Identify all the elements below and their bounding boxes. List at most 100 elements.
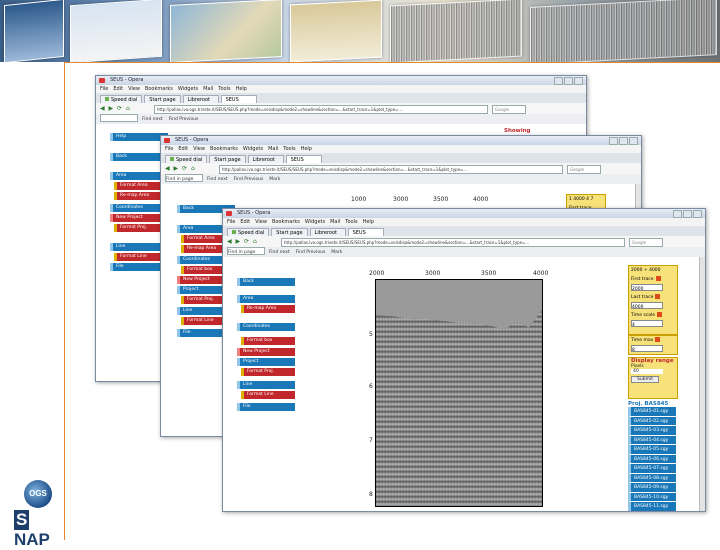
search-field[interactable]: Google [567, 165, 601, 174]
x-tick-label: 2000 [369, 270, 385, 277]
maximize-button[interactable] [683, 210, 692, 218]
mark-button[interactable]: Mark [331, 250, 342, 255]
file-list-item[interactable]: BAS845-02.sgy [628, 416, 676, 426]
find-prev-button[interactable]: Find Previous [234, 177, 264, 182]
menu-mail[interactable]: Mail [330, 219, 340, 225]
navigation-arrows-icon[interactable]: ◀ ▶ ⟳ ⌂ [227, 238, 258, 245]
file-list-item[interactable]: BAS845-09.sgy [628, 483, 676, 493]
menu-bookmarks[interactable]: Bookmarks [210, 146, 238, 152]
nav-coordinates-button[interactable]: Coordinates [237, 323, 295, 331]
minimize-button[interactable] [673, 210, 682, 218]
menu-file[interactable]: File [227, 219, 235, 225]
menu-mail[interactable]: Mail [268, 146, 278, 152]
url-field[interactable]: http://pallas.ivo.ogs.trieste.it/SEUS/SE… [219, 165, 563, 174]
banner-screenshot-4 [290, 0, 382, 62]
nav-format-proj-button[interactable]: Format Proj. [241, 368, 295, 376]
menu-widgets[interactable]: Widgets [305, 219, 325, 225]
menu-mail[interactable]: Mail [203, 86, 213, 92]
find-input[interactable]: Find in page [227, 247, 265, 255]
find-input[interactable]: Find in page [165, 174, 203, 182]
menu-file[interactable]: File [100, 86, 108, 92]
submit-button[interactable]: Submit [631, 376, 659, 383]
window-titlebar: SEUS - Opera [223, 209, 705, 218]
nav-file-button[interactable]: File [237, 403, 295, 411]
menu-help[interactable]: Help [236, 86, 247, 92]
file-list-item[interactable]: BAS845-10.sgy [628, 492, 676, 502]
menu-bookmarks[interactable]: Bookmarks [272, 219, 300, 225]
menu-view[interactable]: View [255, 219, 267, 225]
find-input[interactable] [100, 114, 138, 122]
file-list-item[interactable]: BAS845-01.sgy [628, 407, 676, 417]
nav-format-line-button[interactable]: Format Line [241, 391, 295, 399]
seismic-section-image[interactable] [375, 279, 543, 507]
nav-remap-area-button[interactable]: Re-map Area [241, 305, 295, 313]
x-tick-label: 4000 [533, 270, 549, 277]
last-trace-label: Last trace [629, 293, 677, 302]
find-prev-button[interactable]: Find Previous [169, 117, 199, 122]
maximize-button[interactable] [619, 137, 628, 145]
file-list-item[interactable]: BAS845-06.sgy [628, 454, 676, 464]
url-field[interactable]: http://pallas.ivo.ogs.trieste.it/SEUS/SE… [281, 238, 625, 247]
nav-new-project-button[interactable]: New Project [237, 348, 295, 356]
display-number[interactable]: 40 [631, 369, 663, 374]
menu-widgets[interactable]: Widgets [243, 146, 263, 152]
params-panel: 2000 ÷ 4000 First trace 2000 Last trace … [628, 265, 678, 335]
url-field[interactable]: http://pallas.ivo.ogs.trieste.it/SEUS/SE… [154, 105, 488, 114]
navigation-arrows-icon[interactable]: ◀ ▶ ⟳ ⌂ [100, 105, 131, 112]
file-list-item[interactable]: BAS845-12.sgy [628, 512, 676, 513]
window-titlebar: SEUS - Opera [161, 136, 641, 145]
menu-file[interactable]: File [165, 146, 173, 152]
search-field[interactable]: Google [629, 238, 663, 247]
file-list-item[interactable]: BAS845-05.sgy [628, 445, 676, 455]
menu-tools[interactable]: Tools [218, 86, 230, 92]
find-prev-button[interactable]: Find Previous [296, 250, 326, 255]
menu-tools[interactable]: Tools [345, 219, 357, 225]
y-tick-label: 8 [369, 491, 373, 498]
menu-edit[interactable]: Edit [240, 219, 250, 225]
menu-tools[interactable]: Tools [283, 146, 295, 152]
file-list-item[interactable]: BAS845-11.sgy [628, 502, 676, 511]
close-button[interactable] [574, 77, 583, 85]
menu-view[interactable]: View [193, 146, 205, 152]
maximize-button[interactable] [564, 77, 573, 85]
menu-widgets[interactable]: Widgets [178, 86, 198, 92]
menu-help[interactable]: Help [363, 219, 374, 225]
menu-help[interactable]: Help [301, 146, 312, 152]
banner-seismic-1 [390, 0, 522, 62]
nav-project-button[interactable]: Project [237, 358, 295, 366]
find-next-button[interactable]: Find next [269, 250, 290, 255]
menu-bookmarks[interactable]: Bookmarks [145, 86, 173, 92]
opera-icon [164, 138, 170, 143]
menu-edit[interactable]: Edit [178, 146, 188, 152]
navigation-arrows-icon[interactable]: ◀ ▶ ⟳ ⌂ [165, 165, 196, 172]
minimize-button[interactable] [609, 137, 618, 145]
file-list-item[interactable]: BAS845-03.sgy [628, 426, 676, 436]
menu-edit[interactable]: Edit [113, 86, 123, 92]
vertical-scrollbar[interactable] [699, 257, 705, 511]
time-scale-field[interactable]: 4 [629, 320, 677, 329]
menu-view[interactable]: View [128, 86, 140, 92]
mark-button[interactable]: Mark [269, 177, 280, 182]
info-icon [657, 312, 663, 317]
find-next-button[interactable]: Find next [142, 117, 163, 122]
banner-screenshot-1 [4, 0, 64, 62]
minimize-button[interactable] [554, 77, 563, 85]
x-tick-label: 3500 [481, 270, 497, 277]
file-list-item[interactable]: BAS845-07.sgy [628, 464, 676, 474]
close-button[interactable] [629, 137, 638, 145]
tab-icon [232, 230, 236, 234]
time-max-field[interactable]: 8 [629, 345, 677, 354]
file-list-item[interactable]: BAS845-04.sgy [628, 435, 676, 445]
search-field[interactable]: Google [492, 105, 526, 114]
last-trace-field[interactable]: 4000 [629, 302, 677, 311]
find-next-button[interactable]: Find next [207, 177, 228, 182]
nav-line-button[interactable]: Line [237, 381, 295, 389]
nav-format-box-button[interactable]: Format box [241, 337, 295, 345]
first-trace-field[interactable]: 2000 [629, 284, 677, 293]
file-list-item[interactable]: BAS845-08.sgy [628, 473, 676, 483]
tab-bar: Speed dial Start page Libreroot SEUS [161, 153, 641, 164]
nav-back-button[interactable]: Back [237, 278, 295, 286]
nav-area-button[interactable]: Area [237, 295, 295, 303]
close-button[interactable] [693, 210, 702, 218]
info-icon [655, 337, 661, 342]
